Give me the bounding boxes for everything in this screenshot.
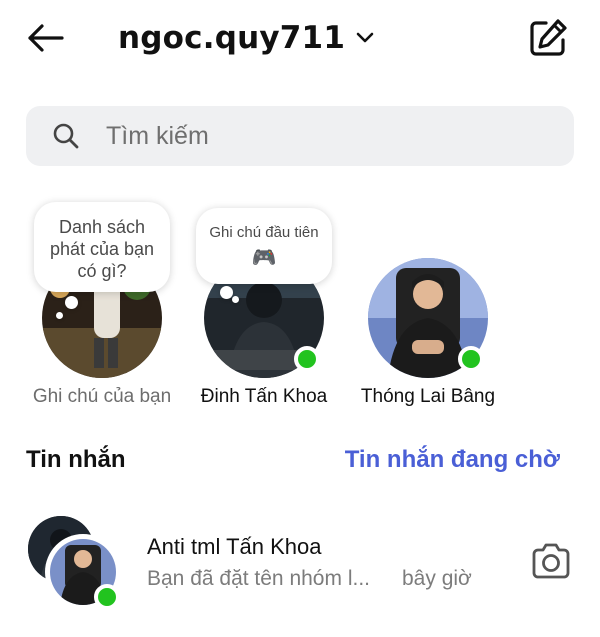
game-controller-icon: 🎮 — [251, 247, 277, 269]
account-switcher[interactable]: ngoc.quy711 — [118, 16, 375, 60]
note-item-own[interactable]: Danh sách phát của bạn có gì? Ghi chú củ… — [12, 200, 192, 420]
page-title: ngoc.quy711 — [118, 20, 346, 56]
camera-button[interactable] — [530, 542, 572, 580]
chevron-down-icon — [356, 32, 374, 43]
online-status-badge — [94, 584, 120, 610]
messages-section-title: Tin nhắn — [26, 446, 126, 473]
edit-square-icon — [530, 19, 567, 56]
new-message-button[interactable] — [524, 14, 572, 62]
note-item-dinh-tan-khoa[interactable]: Ghi chú đầu tiên 🎮 Đinh Tấn Khoa — [174, 200, 354, 420]
camera-icon — [532, 543, 570, 579]
note-bubble: Danh sách phát của bạn có gì? — [34, 202, 170, 292]
note-text: có gì? — [77, 261, 127, 281]
search-icon — [53, 123, 79, 149]
online-status-badge — [458, 346, 484, 372]
note-text: Ghi chú đầu tiên — [209, 224, 319, 241]
note-item-thong-lai-bang[interactable]: Thóng Lai Bâng — [338, 200, 518, 420]
thread-timestamp: bây giờ — [402, 567, 472, 590]
thread-preview: Bạn đã đặt tên nhóm l... — [147, 567, 370, 590]
thread-title: Anti tml Tấn Khoa — [147, 534, 322, 559]
note-author-name: Đinh Tấn Khoa — [200, 386, 328, 407]
note-text: phát của bạn — [49, 239, 155, 259]
online-status-badge — [294, 346, 320, 372]
arrow-left-icon — [28, 24, 64, 52]
back-button[interactable] — [22, 18, 70, 58]
note-bubble: Ghi chú đầu tiên 🎮 — [196, 208, 332, 284]
message-requests-link[interactable]: Tin nhắn đang chờ — [345, 446, 560, 474]
note-author-name: Thóng Lai Bâng — [360, 386, 496, 407]
note-author-name: Ghi chú của bạn — [32, 386, 172, 407]
search-bar[interactable] — [26, 106, 574, 166]
list-item[interactable]: Anti tml Tấn Khoa Bạn đã đặt tên nhóm l.… — [0, 502, 600, 612]
search-input[interactable] — [104, 120, 528, 152]
note-text: Danh sách — [58, 217, 146, 237]
